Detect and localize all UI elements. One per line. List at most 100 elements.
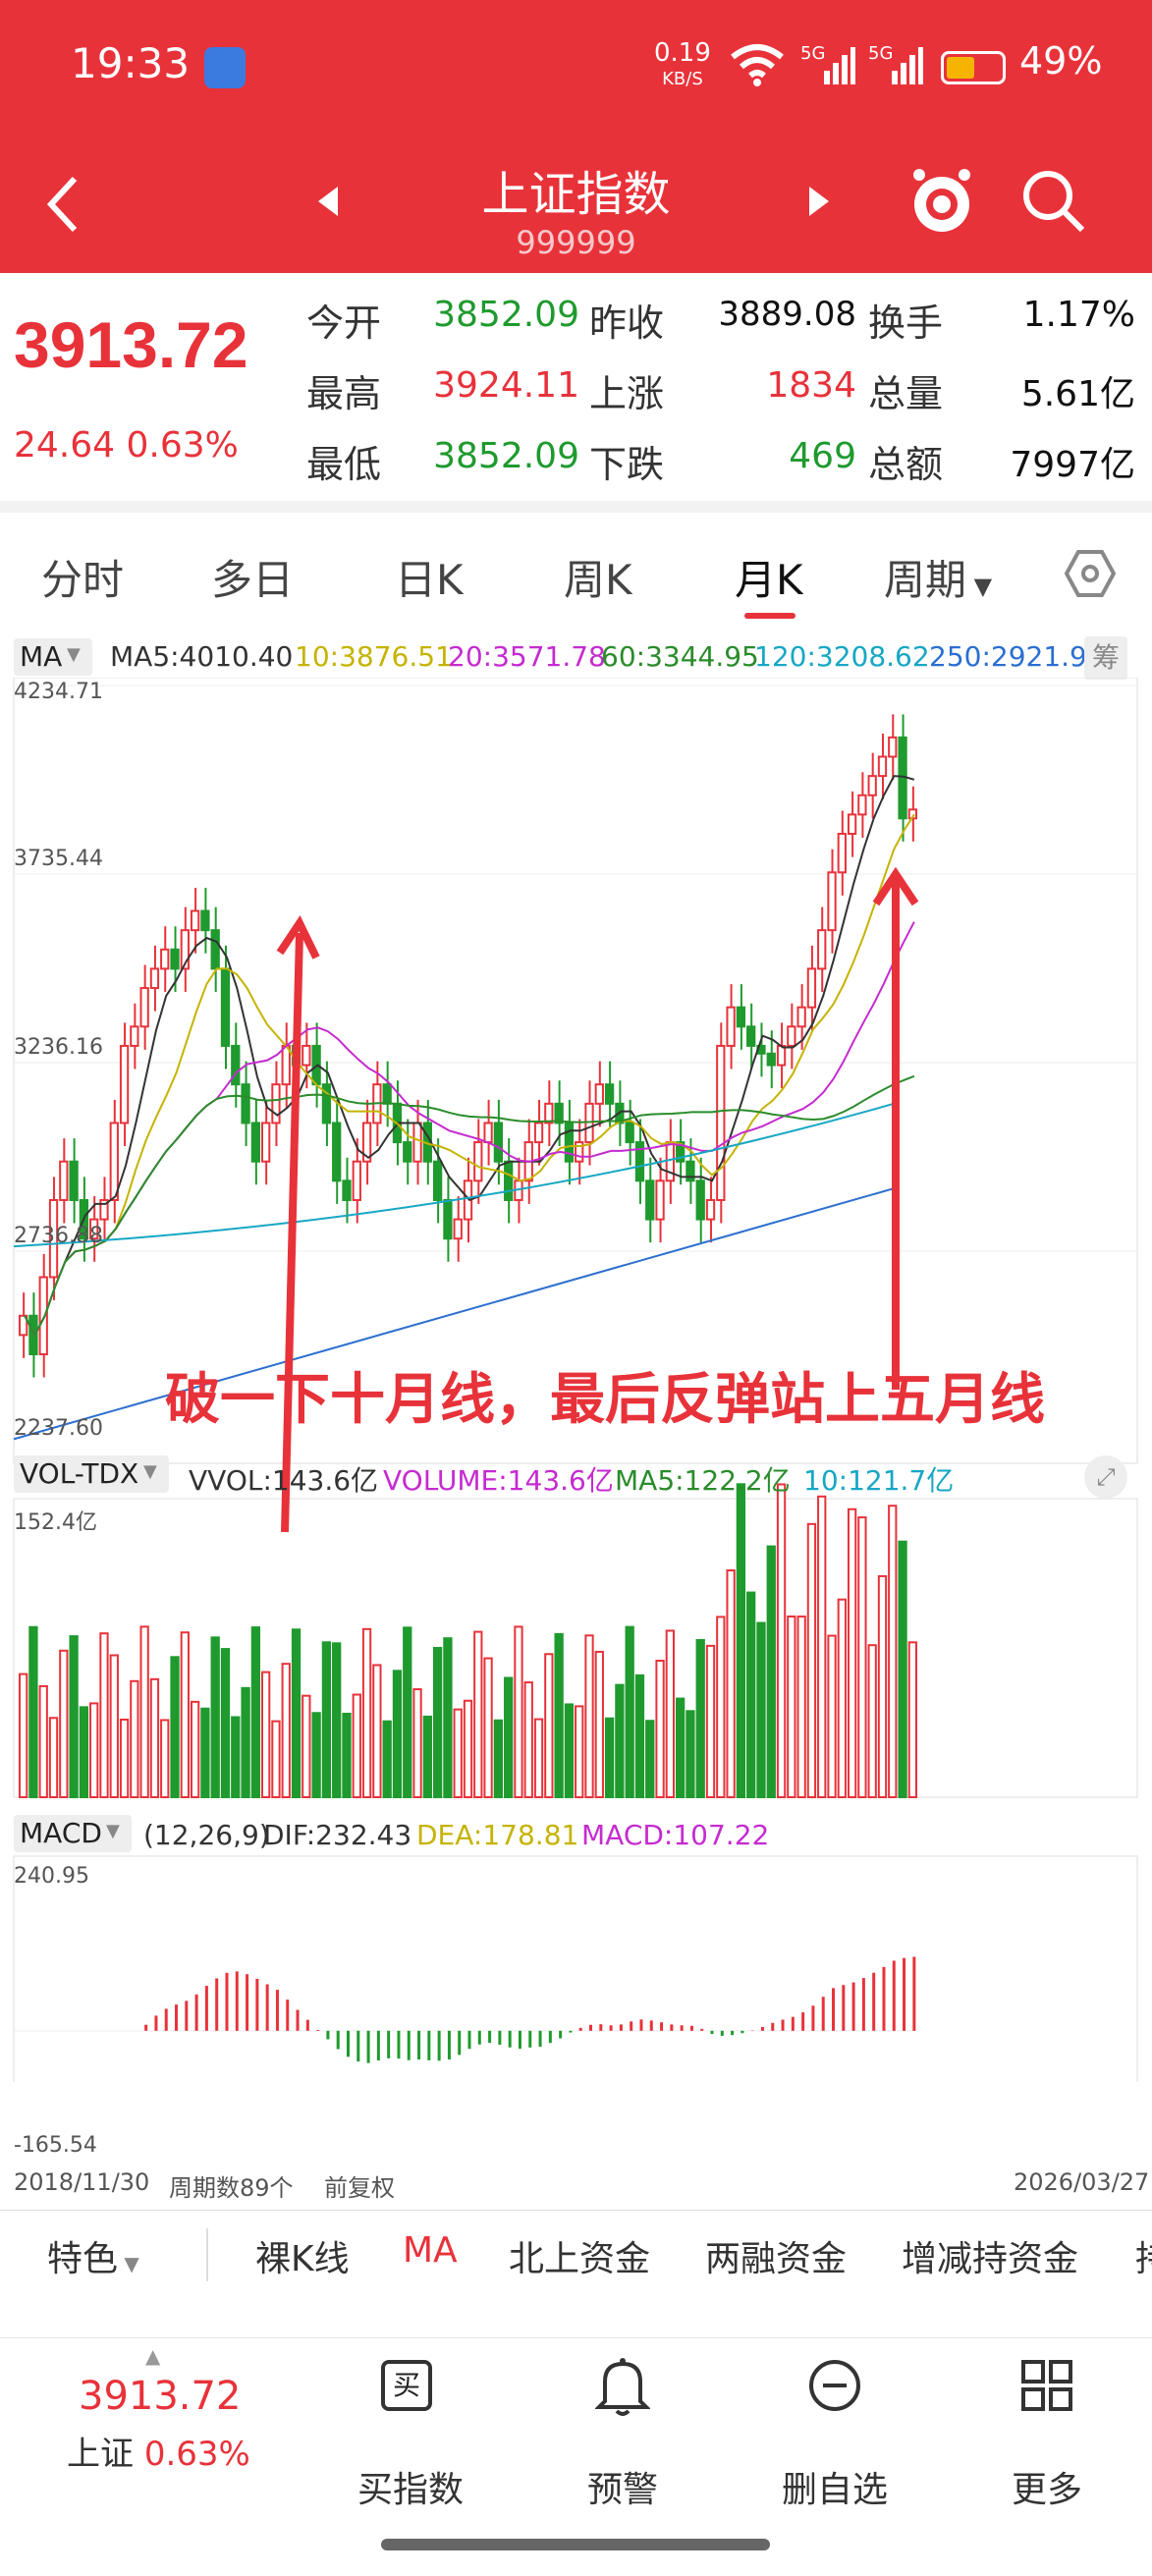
volume-legend-value: VOLUME:143.6亿: [383, 1464, 614, 1497]
volume-bar: [847, 1507, 857, 1798]
feature-ma[interactable]: MA: [403, 2230, 458, 2271]
up-arrow-icon: ▲: [145, 2344, 161, 2368]
tab-monthly-k[interactable]: 月K: [735, 547, 803, 607]
tab-period[interactable]: 周期 ▼: [884, 547, 992, 607]
settings-hexagon-icon[interactable]: [1065, 548, 1116, 599]
volume-bar: [473, 1630, 483, 1799]
remove-favorite-button[interactable]: 删自选: [746, 2338, 923, 2554]
app-notification-icon: [204, 47, 246, 88]
macd-value: MACD:107.22: [581, 1819, 770, 1851]
candle: [342, 1179, 352, 1201]
volume-bar: [291, 1628, 302, 1799]
volume-bar: [736, 1483, 746, 1798]
vol-indicator-select[interactable]: VOL-TDX ▼: [14, 1455, 169, 1493]
volume-bar: [817, 1495, 827, 1799]
volume-bar: [746, 1591, 756, 1798]
ma120-value: 120:3208.62: [754, 640, 930, 673]
candle: [544, 1102, 554, 1124]
kline-chart-area[interactable]: MA ▼ MA5:4010.40 10:3876.51 20:3571.78 6…: [0, 619, 1152, 2210]
minus-circle-icon: [809, 2360, 860, 2411]
volume-bar: [837, 1598, 847, 1799]
volume-bar: [28, 1625, 38, 1799]
volume-bar: [544, 1653, 554, 1799]
volume-bar: [361, 1627, 372, 1798]
tab-intraday[interactable]: 分时: [41, 547, 124, 607]
quote-panel: 3913.72 24.64 0.63% 今开 3852.09 昨收 3889.0…: [0, 273, 1152, 501]
candle: [332, 1122, 342, 1182]
bottom-index-pct: 0.63%: [143, 2435, 250, 2474]
candle: [109, 1122, 119, 1201]
ma10-line: [24, 813, 915, 1338]
candle: [453, 1218, 463, 1240]
feature-naked-k[interactable]: 裸K线: [255, 2230, 350, 2281]
candle: [473, 1141, 483, 1182]
candle: [160, 948, 170, 970]
macd-params: (12,26,9): [143, 1819, 270, 1851]
volume-bar: [372, 1664, 382, 1798]
candle: [170, 948, 180, 970]
end-date: 2026/03/27: [1014, 2168, 1150, 2196]
bottom-bar: ▲ 3913.72 上证 0.63% 买 买指数 预警 删自选 更多: [0, 2337, 1152, 2576]
buy-icon: 买: [381, 2360, 432, 2411]
candle: [645, 1179, 655, 1221]
robot-assistant-icon[interactable]: [909, 167, 974, 238]
candle: [867, 775, 877, 796]
macd-dea: DEA:178.81: [416, 1819, 579, 1851]
alert-button[interactable]: 预警: [534, 2338, 711, 2554]
up-count-label: 上涨: [589, 372, 665, 415]
candle: [817, 929, 827, 970]
amount-label: 总额: [868, 443, 944, 486]
volume-bar: [533, 1718, 544, 1798]
feature-more[interactable]: 持: [1135, 2230, 1152, 2281]
feature-margin[interactable]: 两融资金: [705, 2230, 847, 2281]
search-icon[interactable]: [1021, 169, 1086, 234]
adjust-mode[interactable]: 前复权: [324, 2168, 395, 2203]
candle: [302, 1044, 311, 1067]
index-name: 上证指数: [481, 167, 671, 222]
volume-bar: [210, 1636, 220, 1799]
more-button[interactable]: 更多: [959, 2338, 1135, 2554]
candle: [412, 1122, 422, 1163]
caret-down-icon: ▼: [106, 1821, 120, 1841]
candle: [382, 1083, 392, 1105]
tab-multiday[interactable]: 多日: [211, 547, 294, 607]
candle: [827, 871, 837, 932]
remove-favorite-label: 删自选: [781, 2470, 888, 2510]
next-index-icon[interactable]: [807, 187, 829, 216]
candle: [210, 929, 220, 970]
ma-indicator-select[interactable]: MA ▼: [14, 638, 92, 676]
signal-1-icon: 5G: [800, 43, 855, 86]
macd-indicator-select[interactable]: MACD ▼: [14, 1815, 132, 1852]
candle: [837, 833, 847, 874]
volume-bar: [615, 1683, 625, 1799]
feature-northbound[interactable]: 北上资金: [509, 2230, 650, 2281]
candle: [483, 1122, 493, 1144]
candle: [787, 1025, 796, 1047]
candle: [261, 1122, 271, 1163]
volume-bar: [190, 1700, 200, 1798]
feature-holding-change[interactable]: 增减持资金: [902, 2230, 1078, 2281]
expand-icon[interactable]: ⤢: [1084, 1455, 1127, 1499]
main-panel-frame: [13, 678, 1138, 1464]
bottom-index: 上证 0.63%: [67, 2427, 250, 2475]
volume-bar: [342, 1713, 352, 1798]
candle: [352, 1160, 361, 1201]
amount-value: 7997亿: [1010, 445, 1135, 485]
candle: [594, 1083, 604, 1105]
volume-bar: [675, 1697, 686, 1799]
volume-bar: [787, 1615, 796, 1799]
feature-special[interactable]: 特色 ▼: [47, 2230, 139, 2281]
candle: [796, 1006, 806, 1028]
tab-weekly-k[interactable]: 周K: [564, 547, 632, 607]
buy-index-button[interactable]: 买 买指数: [322, 2338, 499, 2554]
volume-bar: [584, 1634, 594, 1798]
volume-bar: [422, 1715, 432, 1798]
volume-bar: [302, 1694, 311, 1798]
candle: [564, 1122, 575, 1163]
tab-daily-k[interactable]: 日K: [395, 547, 464, 607]
prev-close-value: 3889.08: [718, 295, 856, 334]
volume-bar: [200, 1707, 210, 1798]
candle: [432, 1160, 443, 1201]
chip-button[interactable]: 筹: [1084, 636, 1127, 680]
volume-bar: [514, 1625, 523, 1799]
